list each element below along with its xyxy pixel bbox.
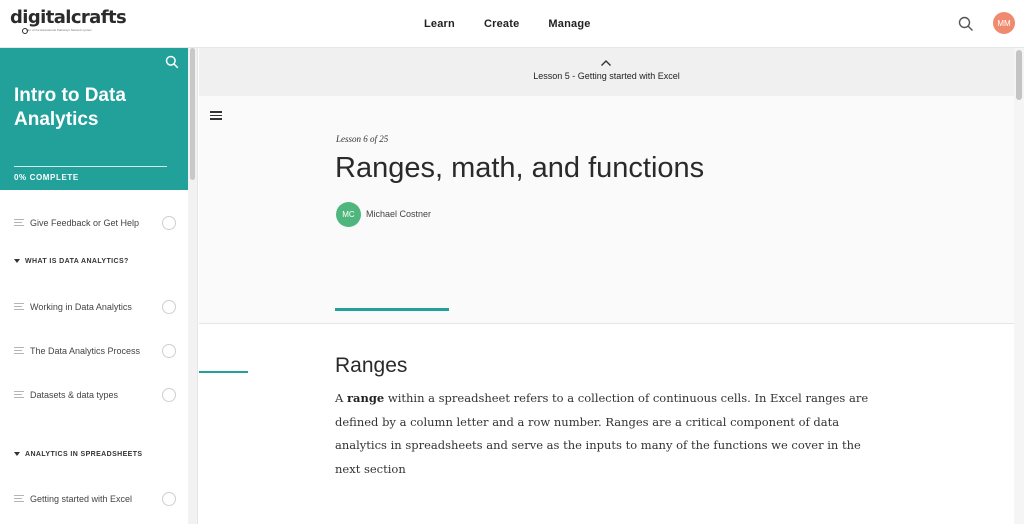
sidebar-item-datasets-data-types[interactable]: Datasets & data types	[14, 385, 176, 405]
user-avatar[interactable]: MM	[993, 12, 1015, 34]
sidebar-item-label: The Data Analytics Process	[30, 346, 141, 356]
chevron-up-icon	[601, 60, 611, 66]
caret-down-icon	[14, 452, 20, 456]
lesson-lines-icon	[14, 303, 24, 311]
course-title: Intro to Data Analytics	[14, 85, 126, 130]
sidebar-item-label: Getting started with Excel	[30, 494, 133, 504]
logo-tagline: part of the Educational Pathways Network…	[26, 28, 93, 32]
nav-learn[interactable]: Learn	[424, 18, 455, 30]
sidebar-scrollbar[interactable]	[188, 48, 197, 524]
main-nav: Learn Create Manage	[424, 0, 620, 48]
section-what-is-data-analytics[interactable]: WHAT IS DATA ANALYTICS?	[14, 254, 184, 268]
paragraph-prefix: A	[335, 391, 347, 405]
caret-down-icon	[14, 259, 20, 263]
course-progress-label: 0% COMPLETE	[14, 173, 79, 182]
search-icon[interactable]	[958, 16, 974, 32]
course-progress-bar	[14, 166, 167, 167]
sidebar-item-label: Give Feedback or Get Help	[30, 218, 140, 228]
page-scroll-thumb[interactable]	[1016, 50, 1022, 100]
lesson-lines-icon	[14, 391, 24, 399]
sidebar-item-label: Working in Data Analytics	[30, 302, 132, 312]
lesson-hero	[199, 96, 1014, 373]
completion-circle-icon	[162, 492, 176, 506]
lesson-lines-icon	[14, 495, 24, 503]
section-analytics-in-spreadsheets[interactable]: ANALYTICS IN SPREADSHEETS	[14, 447, 184, 461]
sidebar-item-working-in-data-analytics[interactable]: Working in Data Analytics	[14, 297, 176, 317]
top-navbar: digitalcrafts part of the Educational Pa…	[0, 0, 1024, 48]
section-heading: Ranges	[335, 354, 408, 377]
author-name: Michael Costner	[366, 209, 432, 219]
previous-lesson-bar[interactable]: Lesson 5 - Getting started with Excel	[199, 48, 1014, 96]
section-paragraph: A range within a spreadsheet refers to a…	[335, 387, 885, 481]
section-label: WHAT IS DATA ANALYTICS?	[25, 257, 129, 265]
sidebar-item-data-analytics-process[interactable]: The Data Analytics Process	[14, 341, 176, 361]
digitalcrafts-logo[interactable]: digitalcrafts part of the Educational Pa…	[10, 7, 127, 38]
lesson-main: Lesson 5 - Getting started with Excel Le…	[199, 48, 1014, 524]
sidebar-scroll-thumb[interactable]	[190, 48, 195, 180]
page-scrollbar[interactable]	[1014, 48, 1024, 524]
sidebar-item-label: Datasets & data types	[30, 390, 119, 400]
course-header: Intro to Data Analytics 0% COMPLETE	[0, 48, 189, 190]
hamburger-menu-icon[interactable]	[210, 111, 222, 120]
paragraph-rest: within a spreadsheet refers to a collect…	[335, 391, 869, 476]
section-label: ANALYTICS IN SPREADSHEETS	[25, 450, 143, 458]
previous-lesson-label: Lesson 5 - Getting started with Excel	[533, 71, 680, 81]
nav-manage[interactable]: Manage	[548, 18, 590, 30]
lesson-count: Lesson 6 of 25	[336, 134, 389, 144]
nav-create[interactable]: Create	[484, 18, 519, 30]
completion-circle-icon	[162, 216, 176, 230]
course-sidebar: Intro to Data Analytics 0% COMPLETE Give…	[0, 48, 198, 524]
author-avatar: MC	[336, 202, 361, 227]
course-search-icon[interactable]	[165, 55, 179, 69]
logo-wordmark: digitalcrafts	[10, 7, 127, 28]
logo-ring-icon	[22, 28, 28, 34]
lesson-lines-icon	[14, 347, 24, 355]
lesson-title: Ranges, math, and functions	[335, 152, 705, 184]
title-accent-bar	[335, 308, 449, 311]
completion-circle-icon	[162, 344, 176, 358]
completion-circle-icon	[162, 300, 176, 314]
term-range: range	[346, 391, 385, 405]
sidebar-item-getting-started-with-excel[interactable]: Getting started with Excel	[14, 489, 176, 509]
lesson-lines-icon	[14, 219, 24, 227]
completion-circle-icon	[162, 388, 176, 402]
sidebar-item-give-feedback[interactable]: Give Feedback or Get Help	[14, 213, 176, 233]
reading-progress-bar	[199, 371, 248, 373]
